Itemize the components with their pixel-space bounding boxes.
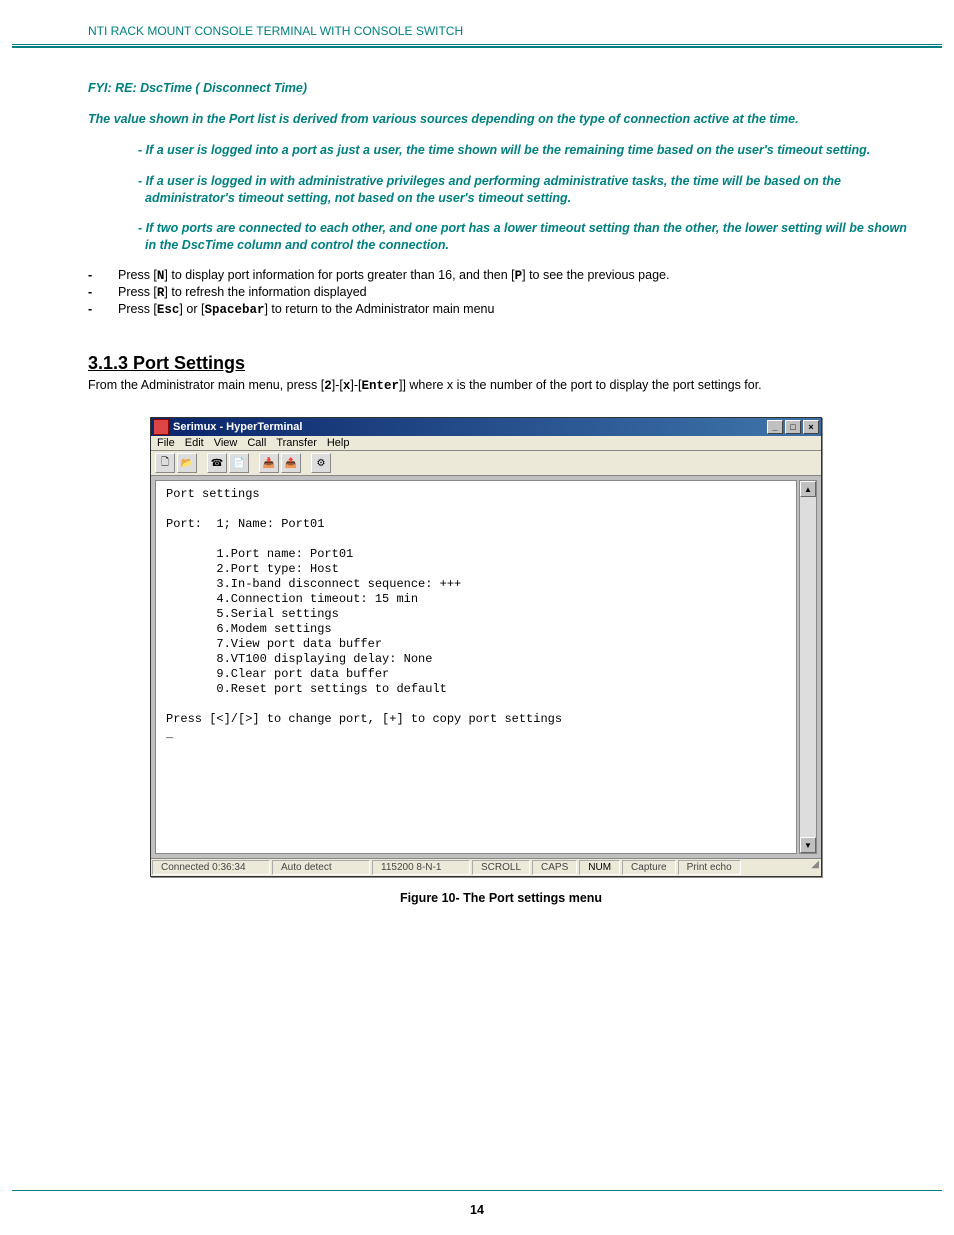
status-bar: Connected 0:36:34 Auto detect 115200 8-N…: [151, 858, 821, 876]
window-title: Serimux - HyperTerminal: [173, 421, 765, 433]
fyi-block: FYI: RE: DscTime ( Disconnect Time) The …: [88, 80, 914, 254]
section-intro: From the Administrator main menu, press …: [88, 378, 914, 393]
status-num: NUM: [579, 860, 620, 875]
fyi-lead: The value shown in the Port list is deri…: [88, 111, 914, 128]
fyi-item-text: If two ports are connected to each other…: [145, 221, 907, 252]
figure-caption: Figure 10- The Port settings menu: [88, 891, 914, 905]
action-item: - Press [R] to refresh the information d…: [88, 285, 914, 300]
tool-open-icon[interactable]: 📂: [177, 453, 197, 473]
status-printecho: Print echo: [678, 860, 741, 875]
section-heading: 3.1.3 Port Settings: [88, 353, 914, 374]
tool-hangup-icon[interactable]: 📄: [229, 453, 249, 473]
app-icon: [153, 419, 169, 435]
status-scroll: SCROLL: [472, 860, 530, 875]
scroll-up-icon[interactable]: ▲: [800, 481, 816, 497]
fyi-list: - If a user is logged into a port as jus…: [138, 142, 914, 254]
hyperterminal-window: Serimux - HyperTerminal _ □ × File Edit …: [150, 417, 822, 877]
status-connection: 115200 8-N-1: [372, 860, 470, 875]
menu-help[interactable]: Help: [327, 437, 350, 449]
action-text: Press [R] to refresh the information dis…: [118, 285, 367, 300]
scroll-down-icon[interactable]: ▼: [800, 837, 816, 853]
key: P: [515, 269, 523, 283]
toolbar-separator: [251, 453, 257, 471]
fyi-item: - If two ports are connected to each oth…: [138, 220, 914, 254]
terminal-output[interactable]: Port settings Port: 1; Name: Port01 1.Po…: [155, 480, 797, 854]
tool-new-icon[interactable]: 🗋: [155, 453, 175, 473]
key: Spacebar: [204, 303, 264, 317]
page-number: 14: [0, 1203, 954, 1217]
close-button[interactable]: ×: [803, 420, 819, 434]
key: 2: [324, 379, 332, 393]
tool-call-icon[interactable]: ☎: [207, 453, 227, 473]
dash-icon: -: [88, 302, 118, 316]
action-item: - Press [N] to display port information …: [88, 268, 914, 283]
toolbar-separator: [199, 453, 205, 471]
client-area: Port settings Port: 1; Name: Port01 1.Po…: [151, 476, 821, 858]
action-item: - Press [Esc] or [Spacebar] to return to…: [88, 302, 914, 317]
tool-properties-icon[interactable]: ⚙: [311, 453, 331, 473]
action-list: - Press [N] to display port information …: [88, 268, 914, 317]
toolbar: 🗋 📂 ☎ 📄 📥 📤 ⚙: [151, 451, 821, 476]
toolbar-separator: [303, 453, 309, 471]
maximize-button[interactable]: □: [785, 420, 801, 434]
fyi-item: - If a user is logged into a port as jus…: [138, 142, 914, 159]
vertical-scrollbar[interactable]: ▲ ▼: [799, 480, 817, 854]
status-connected-time: Connected 0:36:34: [152, 860, 270, 875]
key: Esc: [157, 303, 180, 317]
fyi-item: - If a user is logged in with administra…: [138, 173, 914, 207]
running-header: NTI RACK MOUNT CONSOLE TERMINAL WITH CON…: [88, 24, 463, 38]
menu-bar: File Edit View Call Transfer Help: [151, 436, 821, 451]
footer-rule: [12, 1190, 942, 1191]
tool-receive-icon[interactable]: 📤: [281, 453, 301, 473]
window-titlebar[interactable]: Serimux - HyperTerminal _ □ ×: [151, 418, 821, 436]
minimize-button[interactable]: _: [767, 420, 783, 434]
header-rule: [12, 44, 942, 48]
fyi-title: FYI: RE: DscTime ( Disconnect Time): [88, 80, 914, 97]
tool-send-icon[interactable]: 📥: [259, 453, 279, 473]
action-text: Press [N] to display port information fo…: [118, 268, 669, 283]
menu-call[interactable]: Call: [247, 437, 266, 449]
menu-view[interactable]: View: [214, 437, 238, 449]
dash-icon: -: [88, 268, 118, 282]
status-caps: CAPS: [532, 860, 577, 875]
fyi-item-text: If a user is logged in with administrati…: [145, 174, 841, 205]
status-capture: Capture: [622, 860, 676, 875]
resize-grip-icon[interactable]: ◢: [803, 859, 821, 876]
status-autodetect: Auto detect: [272, 860, 370, 875]
key: Enter: [361, 379, 399, 393]
action-text: Press [Esc] or [Spacebar] to return to t…: [118, 302, 494, 317]
menu-file[interactable]: File: [157, 437, 175, 449]
page-content: FYI: RE: DscTime ( Disconnect Time) The …: [88, 80, 914, 905]
menu-edit[interactable]: Edit: [185, 437, 204, 449]
dash-icon: -: [88, 285, 118, 299]
fyi-item-text: If a user is logged into a port as just …: [146, 143, 871, 157]
menu-transfer[interactable]: Transfer: [276, 437, 317, 449]
